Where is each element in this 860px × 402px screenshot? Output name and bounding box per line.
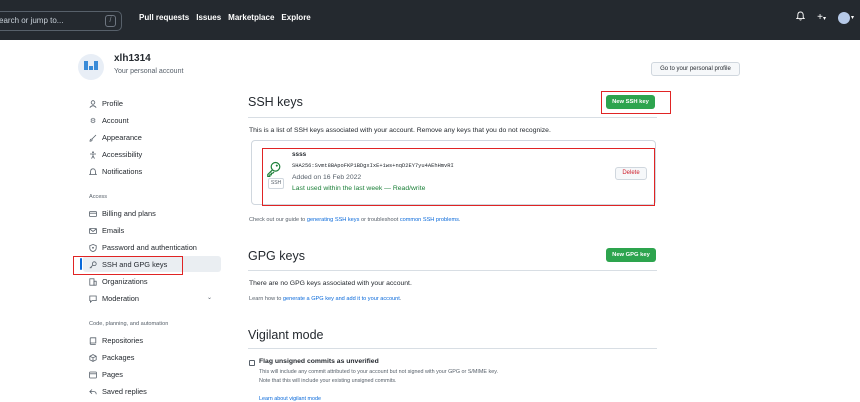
paintbrush-icon: [89, 134, 97, 142]
sidebar-item-password-auth[interactable]: Password and authentication: [89, 243, 197, 252]
ssh-keys-title: SSH keys: [248, 95, 303, 109]
nav-pull-requests[interactable]: Pull requests: [139, 13, 189, 22]
nav-issues[interactable]: Issues: [196, 13, 221, 22]
bell-icon[interactable]: [795, 11, 806, 24]
learn-vigilant-mode-link[interactable]: Learn about vigilant mode: [259, 396, 321, 402]
sidebar-item-label: Accessibility: [102, 150, 143, 159]
sidebar-item-billing[interactable]: Billing and plans: [89, 209, 156, 218]
account-subtitle: Your personal account: [114, 68, 184, 75]
shield-lock-icon: [89, 243, 97, 252]
credit-card-icon: [89, 210, 97, 218]
divider: [248, 117, 657, 118]
sidebar-item-appearance[interactable]: Appearance: [89, 133, 142, 142]
vigilant-mode-title: Vigilant mode: [248, 328, 324, 342]
sidebar-item-label: Password and authentication: [102, 243, 197, 252]
organization-icon: [89, 277, 97, 286]
vigilant-description-1: This will include any commit attributed …: [259, 369, 498, 375]
sidebar-item-label: Pages: [102, 370, 123, 379]
sidebar-item-repositories[interactable]: Repositories: [89, 336, 143, 345]
annotation-highlight-new-ssh-key: [601, 91, 671, 114]
gpg-empty-text: There are no GPG keys associated with yo…: [249, 280, 412, 287]
go-to-profile-button[interactable]: Go to your personal profile: [651, 62, 740, 76]
learn-prefix: Learn how to: [249, 296, 283, 302]
browser-icon: [89, 371, 97, 379]
sidebar-item-profile[interactable]: Profile: [89, 99, 123, 108]
gpg-learn-text: Learn how to generate a GPG key and add …: [249, 296, 401, 302]
sidebar-heading-access: Access: [89, 194, 108, 200]
annotation-highlight-ssh-nav: [73, 256, 183, 275]
account-name[interactable]: xlh1314: [114, 53, 151, 64]
learn-suffix: .: [399, 296, 402, 302]
vigilant-description-2: Note that this will include your existin…: [259, 378, 397, 384]
divider: [248, 348, 657, 349]
top-header: earch or jump to... / Pull requests Issu…: [0, 0, 860, 40]
repo-icon: [89, 336, 97, 345]
sidebar-item-label: Organizations: [102, 277, 148, 286]
sidebar-item-label: Packages: [102, 353, 135, 362]
chevron-down-icon[interactable]: ⌄: [207, 294, 212, 301]
generate-gpg-key-link[interactable]: generate a GPG key and add it to your ac…: [283, 296, 400, 302]
sidebar-item-account[interactable]: ⚙ Account: [89, 116, 129, 125]
sidebar-item-notifications[interactable]: Notifications: [89, 167, 142, 176]
mail-icon: [89, 227, 97, 235]
sidebar-item-emails[interactable]: Emails: [89, 226, 124, 235]
sidebar-item-label: Notifications: [102, 167, 143, 176]
nav-explore[interactable]: Explore: [281, 13, 310, 22]
sidebar-item-pages[interactable]: Pages: [89, 370, 123, 379]
sidebar-item-label: Saved replies: [102, 387, 147, 396]
account-avatar: [78, 54, 104, 80]
sidebar-item-packages[interactable]: Packages: [89, 353, 134, 362]
gpg-keys-title: GPG keys: [248, 249, 305, 263]
reply-icon: [89, 388, 97, 396]
avatar[interactable]: ▾: [837, 11, 854, 24]
report-icon: [89, 295, 97, 303]
ssh-guide-text: Check out our guide to generating SSH ke…: [249, 217, 460, 223]
sidebar-item-saved-replies[interactable]: Saved replies: [89, 387, 147, 396]
search-input[interactable]: earch or jump to... /: [0, 11, 122, 31]
generating-ssh-keys-link[interactable]: generating SSH keys: [307, 217, 360, 223]
ssh-description: This is a list of SSH keys associated wi…: [249, 127, 551, 134]
sidebar-item-label: Emails: [102, 226, 125, 235]
search-placeholder: earch or jump to...: [0, 16, 64, 25]
sidebar-heading-code: Code, planning, and automation: [89, 321, 169, 327]
sidebar-item-label: Profile: [102, 99, 123, 108]
sidebar-item-moderation[interactable]: Moderation: [89, 294, 139, 303]
package-icon: [89, 353, 97, 362]
accessibility-icon: [89, 150, 97, 159]
sidebar-item-organizations[interactable]: Organizations: [89, 277, 148, 286]
sidebar-item-label: Moderation: [102, 294, 139, 303]
header-actions: +▾ ▾: [795, 11, 854, 24]
annotation-highlight-ssh-key: [262, 148, 655, 206]
search-shortcut-badge: /: [105, 15, 116, 27]
bell-icon: [89, 167, 97, 176]
flag-unsigned-commits-label[interactable]: Flag unsigned commits as unverified: [259, 358, 379, 365]
person-icon: [89, 99, 97, 108]
nav-marketplace[interactable]: Marketplace: [228, 13, 274, 22]
sidebar-item-accessibility[interactable]: Accessibility: [89, 150, 142, 159]
sidebar-item-label: Appearance: [102, 133, 142, 142]
new-gpg-key-button[interactable]: New GPG key: [606, 248, 656, 262]
guide-suffix: .: [458, 217, 461, 223]
gear-icon: ⚙: [89, 117, 97, 125]
sidebar-item-label: Account: [102, 116, 129, 125]
plus-icon[interactable]: +▾: [817, 12, 826, 23]
top-nav: Pull requests Issues Marketplace Explore: [139, 13, 311, 22]
guide-prefix: Check out our guide to: [249, 217, 307, 223]
flag-unsigned-commits-checkbox[interactable]: [249, 360, 255, 366]
sidebar-item-label: Repositories: [102, 336, 144, 345]
sidebar-item-label: Billing and plans: [102, 209, 156, 218]
divider: [248, 270, 657, 271]
guide-mid: or troubleshoot: [359, 217, 400, 223]
common-ssh-problems-link[interactable]: common SSH problems: [400, 217, 459, 223]
